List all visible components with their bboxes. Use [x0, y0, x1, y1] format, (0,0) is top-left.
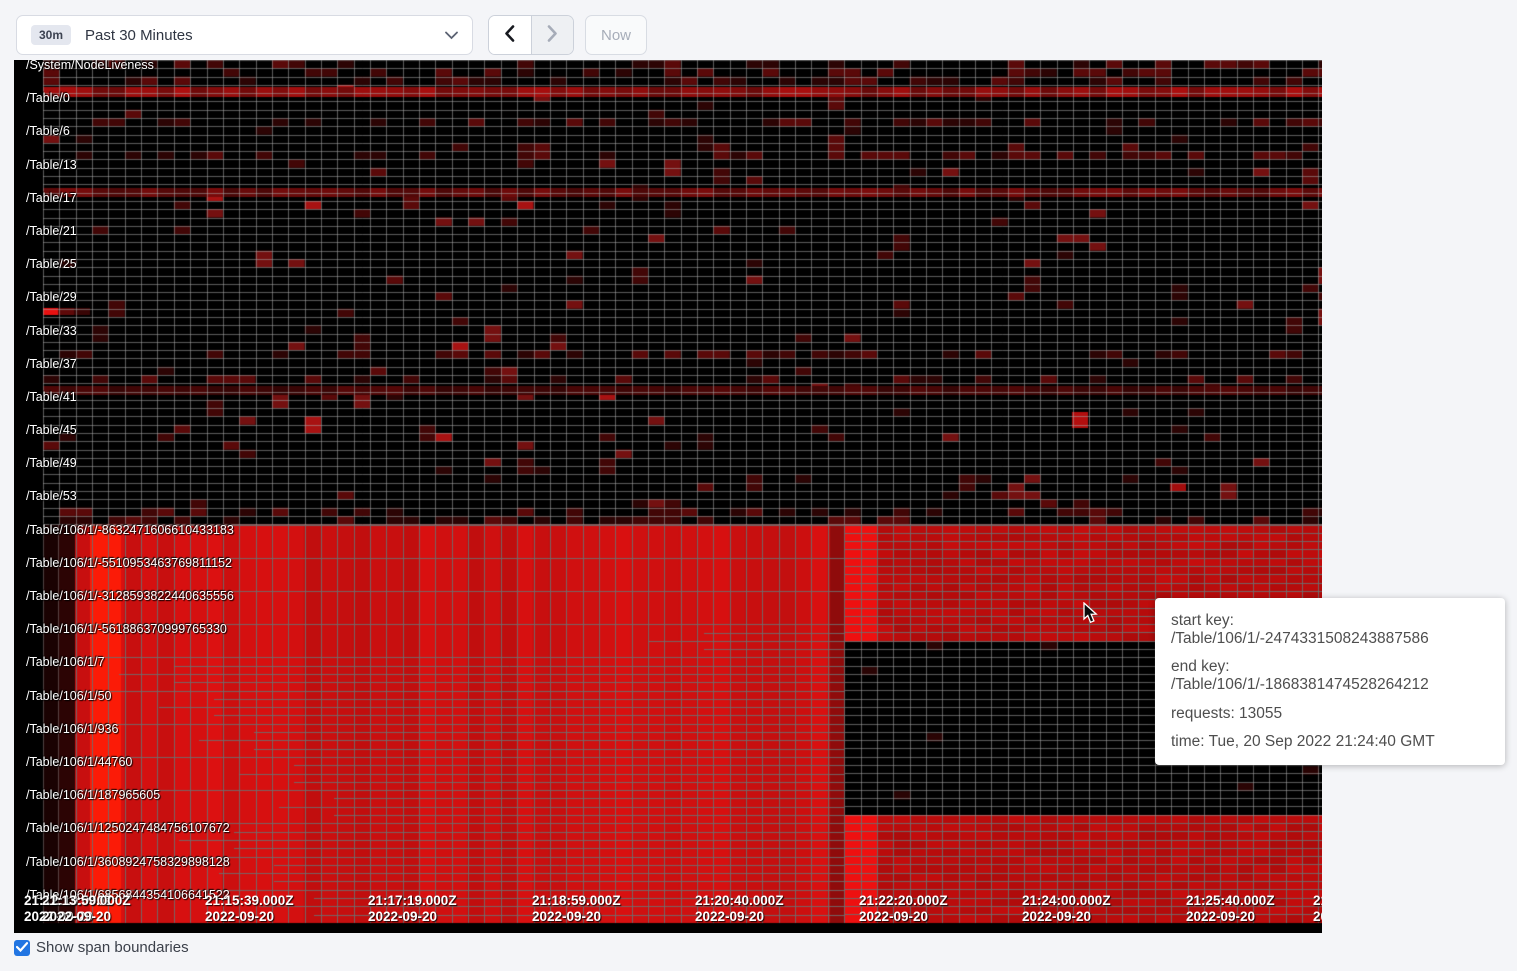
show-span-boundaries-label: Show span boundaries — [36, 939, 189, 956]
show-span-boundaries-checkbox[interactable] — [14, 940, 30, 956]
tooltip-time: time: Tue, 20 Sep 2022 21:24:40 GMT — [1171, 733, 1489, 751]
chevron-right-icon — [547, 25, 558, 45]
tooltip-end-key: end key: /Table/106/1/-18683814745282642… — [1171, 658, 1489, 694]
chevron-left-icon — [504, 25, 515, 45]
time-range-badge: 30m — [31, 25, 71, 45]
show-span-boundaries: Show span boundaries — [14, 939, 189, 956]
next-time-button[interactable] — [531, 16, 574, 54]
chevron-down-icon — [445, 31, 458, 40]
tooltip-start-key: start key: /Table/106/1/-247433150824388… — [1171, 612, 1489, 648]
prev-time-button[interactable] — [489, 16, 531, 54]
tooltip-requests: requests: 13055 — [1171, 705, 1489, 723]
key-visualizer: /System/NodeLiveness/Table/0/Table/6/Tab… — [14, 60, 1322, 933]
now-button[interactable]: Now — [585, 15, 647, 55]
mouse-cursor — [1083, 602, 1103, 625]
heatmap-canvas[interactable] — [14, 60, 1322, 933]
key-visualizer-page: 30m Past 30 Minutes Now /System/NodeLive… — [0, 0, 1517, 971]
time-nav-group — [488, 15, 574, 55]
time-range-dropdown[interactable]: 30m Past 30 Minutes — [16, 15, 473, 55]
hover-tooltip: start key: /Table/106/1/-247433150824388… — [1155, 598, 1505, 765]
time-range-label: Past 30 Minutes — [85, 27, 193, 44]
check-icon — [16, 939, 28, 957]
